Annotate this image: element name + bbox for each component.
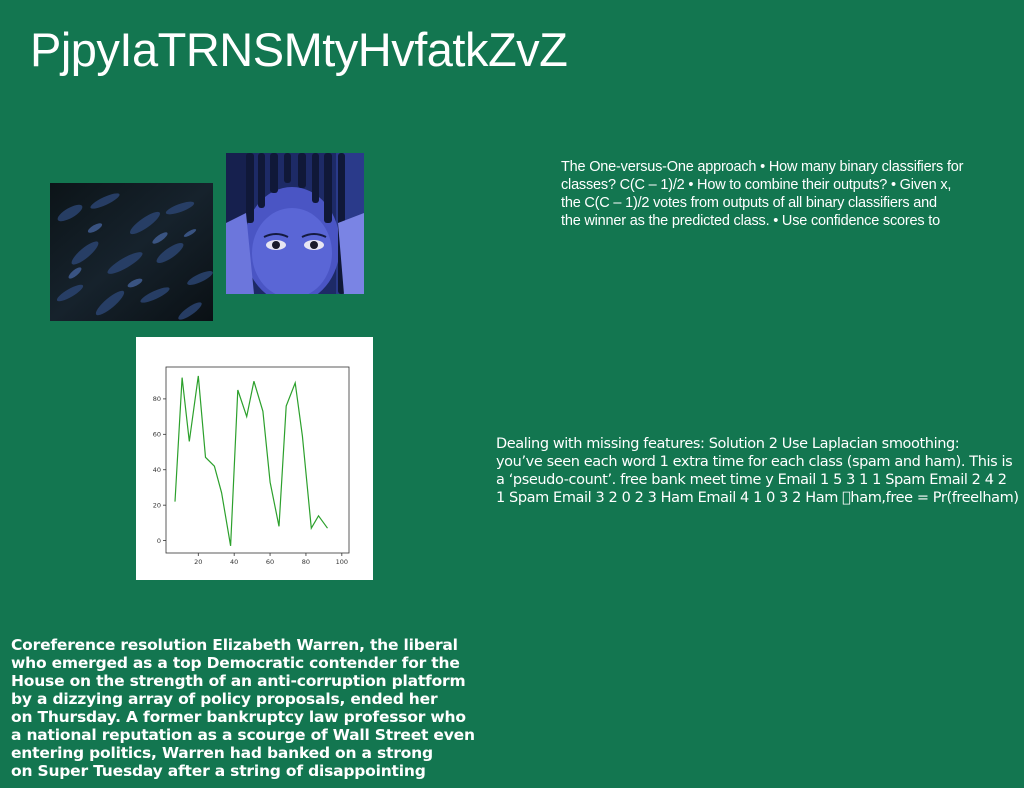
text-line: The One-versus-One approach • How many b…: [561, 159, 964, 175]
text-line: House on the strength of an anti-corrupt…: [11, 672, 466, 690]
y-tick-label: 0: [157, 537, 161, 545]
text-line: a national reputation as a scourge of Wa…: [11, 726, 475, 744]
y-tick-label: 20: [153, 501, 161, 509]
text-line: a ‘pseudo-count’. free bank meet time y …: [496, 472, 1007, 488]
text-line: by a dizzying array of policy proposals,…: [11, 690, 438, 708]
x-tick-label: 60: [266, 558, 274, 566]
text-line: the C(C – 1)/2 votes from outputs of all…: [561, 195, 937, 211]
y-tick-label: 60: [153, 431, 161, 439]
text-line: on Thursday. A former bankruptcy law pro…: [11, 708, 466, 726]
page-title: PjpyIaTRNSMtyHvfatkZvZ: [30, 23, 568, 76]
y-tick-label: 80: [153, 395, 161, 403]
text-line: who emerged as a top Democratic contende…: [11, 654, 460, 672]
series-line: [174, 375, 328, 547]
blue-face-portrait-photo: [226, 153, 364, 294]
text-line: the winner as the predicted class. • Use…: [561, 213, 940, 229]
foliage-image: [50, 183, 213, 321]
x-tick-label: 80: [302, 558, 310, 566]
x-tick-label: 100: [336, 558, 348, 566]
dark-foliage-photo: [50, 183, 213, 321]
line-chart-svg: 20 40 60 80 100 0 20 40 60 80: [153, 366, 350, 566]
missing-features-text: Dealing with missing features: Solution …: [496, 435, 1019, 507]
one-vs-one-text: The One-versus-One approach • How many b…: [561, 158, 963, 230]
text-line: Coreference resolution Elizabeth Warren,…: [11, 636, 458, 654]
portrait-image: [226, 153, 364, 294]
text-line: classes? C(C – 1)/2 • How to combine the…: [561, 177, 952, 193]
text-line: 1 Spam Email 3 2 0 2 3 Ham Email 4 1 0 3…: [496, 490, 1019, 506]
coreference-text: Coreference resolution Elizabeth Warren,…: [11, 636, 475, 780]
y-tick-label: 40: [153, 466, 161, 474]
x-tick-label: 20: [194, 558, 202, 566]
text-line: entering politics, Warren had banked on …: [11, 744, 433, 762]
text-line: on Super Tuesday after a string of disap…: [11, 762, 426, 780]
text-line: you’ve seen each word 1 extra time for e…: [496, 454, 1013, 470]
text-line: Dealing with missing features: Solution …: [496, 436, 960, 452]
x-tick-label: 40: [230, 558, 238, 566]
line-chart: 20 40 60 80 100 0 20 40 60 80: [136, 337, 373, 580]
